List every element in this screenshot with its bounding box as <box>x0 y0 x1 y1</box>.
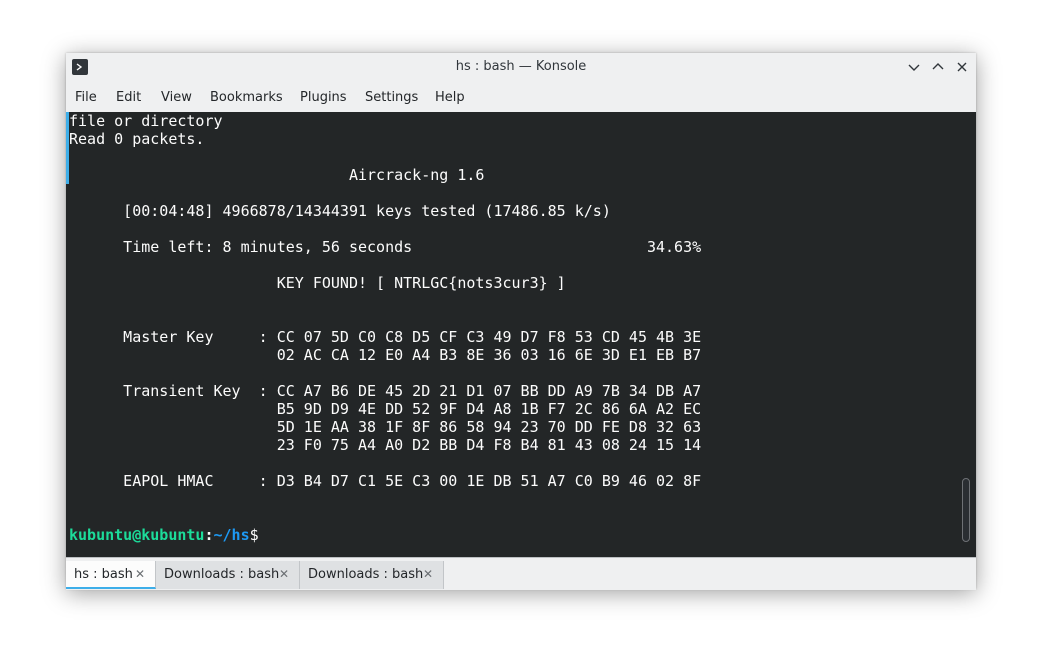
tab-hs-bash[interactable]: hs : bash ✕ <box>66 561 156 589</box>
terminal-line: Master Key : CC 07 5D C0 C8 D5 CF C3 49 … <box>69 328 702 346</box>
terminal-line: EAPOL HMAC : D3 B4 D7 C1 5E C3 00 1E DB … <box>69 472 702 490</box>
menu-edit[interactable]: Edit <box>116 90 141 105</box>
tab-downloads-bash-1[interactable]: Downloads : bash ✕ <box>156 561 300 589</box>
terminal-line: 5D 1E AA 38 1F 8F 86 58 94 23 70 DD FE D… <box>69 418 702 436</box>
close-icon[interactable]: ✕ <box>135 567 145 581</box>
close-icon[interactable]: ✕ <box>279 567 289 581</box>
shell-prompt: kubuntu@kubuntu:~/hs$ <box>69 526 259 544</box>
menu-help[interactable]: Help <box>435 90 465 105</box>
terminal-line: Read 0 packets. <box>69 130 205 148</box>
menu-plugins[interactable]: Plugins <box>300 90 347 105</box>
tab-label: hs : bash <box>74 567 133 582</box>
prompt-path: ~/hs <box>213 526 250 544</box>
terminal-line: Time left: 8 minutes, 56 seconds 34.63% <box>69 238 702 256</box>
tab-label: Downloads : bash <box>164 567 280 582</box>
prompt-user-host: kubuntu@kubuntu <box>69 526 205 544</box>
prompt-colon: : <box>204 526 214 544</box>
menu-settings[interactable]: Settings <box>365 90 418 105</box>
window-title: hs : bash — Konsole <box>455 59 587 74</box>
terminal-line: 23 F0 75 A4 A0 D2 BB D4 F8 B4 81 43 08 2… <box>69 436 702 454</box>
terminal-line: 02 AC CA 12 E0 A4 B3 8E 36 03 16 6E 3D E… <box>69 346 702 364</box>
konsole-window: hs : bash — Konsole File Edit View Bookm… <box>66 53 976 590</box>
terminal-line: KEY FOUND! [ NTRLGC{nots3cur3} ] <box>69 274 566 292</box>
menu-view[interactable]: View <box>161 90 192 105</box>
menu-bookmarks[interactable]: Bookmarks <box>210 90 283 105</box>
minimize-icon[interactable] <box>906 59 922 75</box>
tab-downloads-bash-2[interactable]: Downloads : bash ✕ <box>300 561 444 589</box>
menu-bar: File Edit View Bookmarks Plugins Setting… <box>66 82 976 112</box>
terminal-line: [00:04:48] 4966878/14344391 keys tested … <box>69 202 611 220</box>
maximize-icon[interactable] <box>930 59 946 75</box>
tab-bar: hs : bash ✕ Downloads : bash ✕ Downloads… <box>66 557 976 590</box>
scrollbar-thumb[interactable] <box>962 478 970 542</box>
tab-label: Downloads : bash <box>308 567 424 582</box>
prompt-symbol: $ <box>249 526 259 544</box>
terminal-line: file or directory <box>69 112 223 130</box>
terminal-line: B5 9D D9 4E DD 52 9F D4 A8 1B F7 2C 86 6… <box>69 400 702 418</box>
terminal-line: Aircrack-ng 1.6 <box>69 166 485 184</box>
title-bar[interactable]: hs : bash — Konsole <box>66 53 976 82</box>
close-icon[interactable]: ✕ <box>423 567 433 581</box>
scrollbar[interactable] <box>962 118 970 550</box>
terminal-view[interactable]: file or directory Read 0 packets. Aircra… <box>66 112 976 557</box>
close-window-icon[interactable] <box>954 59 970 75</box>
menu-file[interactable]: File <box>75 90 97 105</box>
terminal-line: Transient Key : CC A7 B6 DE 45 2D 21 D1 … <box>69 382 702 400</box>
